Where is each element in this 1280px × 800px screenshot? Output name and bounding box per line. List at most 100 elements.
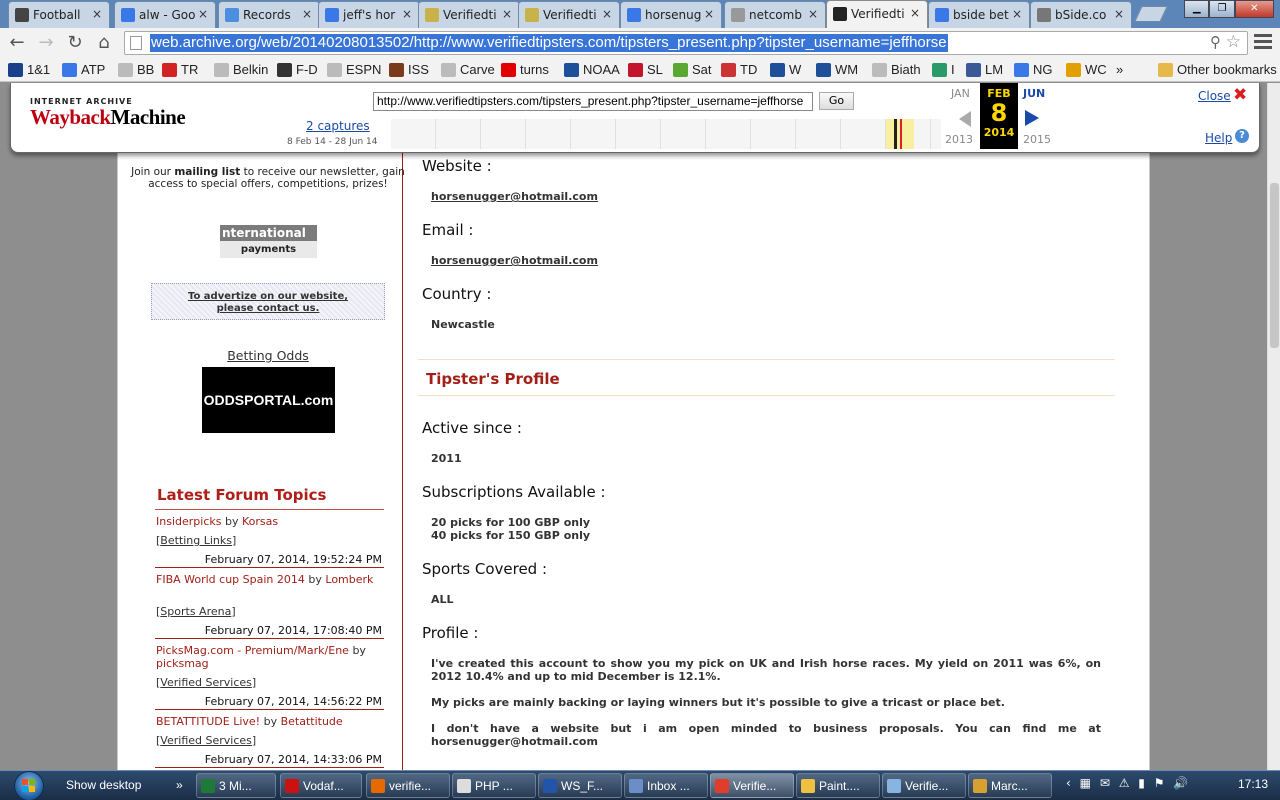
- bookmark-item[interactable]: TD: [721, 62, 757, 77]
- wayback-prev-arrow-icon[interactable]: [959, 111, 971, 127]
- taskbar-button[interactable]: PHP ...: [452, 773, 536, 798]
- clock[interactable]: 17:13: [1238, 777, 1268, 791]
- bookmark-item[interactable]: WM: [816, 62, 858, 77]
- tab-close-icon[interactable]: ×: [502, 7, 512, 21]
- forum-category-link[interactable]: Betting Links: [160, 534, 232, 547]
- advertise-link-line1[interactable]: To advertize on our website,: [188, 291, 348, 302]
- browser-tab[interactable]: bside bet ×: [928, 1, 1030, 28]
- forum-topic-link[interactable]: PicksMag.com - Premium/Mark/Ene: [156, 644, 349, 657]
- toolbar-chevron[interactable]: »: [172, 773, 188, 798]
- reload-icon[interactable]: ↻: [64, 32, 86, 54]
- help-icon[interactable]: ?: [1235, 129, 1249, 143]
- bookmark-item[interactable]: SL: [628, 62, 663, 77]
- tab-close-icon[interactable]: ×: [808, 7, 818, 21]
- minimize-button[interactable]: ▁: [1184, 0, 1210, 18]
- mailing-list-link[interactable]: mailing list: [174, 166, 240, 178]
- close-icon[interactable]: ✖: [1233, 85, 1247, 105]
- tray-alert-icon[interactable]: ⚠: [1119, 776, 1130, 790]
- forum-topic-link[interactable]: Insiderpicks: [156, 515, 221, 528]
- oddsportal-logo[interactable]: ODDSPORTAL.com: [202, 367, 335, 433]
- bookmark-item[interactable]: TR: [162, 62, 198, 77]
- forum-topic-link[interactable]: BETATTITUDE Live!: [156, 715, 260, 728]
- tab-close-icon[interactable]: ×: [1012, 7, 1022, 21]
- browser-tab[interactable]: netcomb ×: [724, 1, 826, 28]
- browser-tab[interactable]: Football ×: [8, 1, 110, 28]
- wayback-url-input[interactable]: http://www.verifiedtipsters.com/tipsters…: [373, 92, 813, 111]
- forward-arrow-icon[interactable]: →: [35, 32, 57, 54]
- tray-volume-icon[interactable]: 🔊: [1173, 776, 1188, 790]
- tray-flag-icon[interactable]: ⚑: [1154, 776, 1165, 790]
- forum-topic-user[interactable]: Lomberk: [325, 573, 373, 586]
- bookmark-item[interactable]: LM: [966, 62, 1003, 77]
- start-button[interactable]: [12, 771, 46, 800]
- forum-topic-user[interactable]: Korsas: [242, 515, 278, 528]
- show-desktop-button[interactable]: Show desktop: [62, 773, 170, 798]
- tab-close-icon[interactable]: ×: [198, 7, 208, 21]
- wayback-go-button[interactable]: Go: [819, 92, 854, 110]
- zoom-icon[interactable]: ⚲: [1210, 33, 1221, 51]
- wayback-logo[interactable]: INTERNET ARCHIVE WaybackMachine: [30, 97, 186, 137]
- taskbar-button[interactable]: Verifie...: [710, 773, 794, 798]
- tab-close-icon[interactable]: ×: [92, 7, 102, 21]
- vertical-scrollbar[interactable]: [1267, 83, 1280, 770]
- international-payments-banner[interactable]: nternational payments: [220, 225, 317, 258]
- wayback-captures-link[interactable]: 2 captures: [306, 119, 370, 133]
- forum-category-link[interactable]: Verified Services: [160, 676, 252, 689]
- forum-topic-link[interactable]: FIBA World cup Spain 2014: [156, 573, 305, 586]
- forum-category-link[interactable]: Verified Services: [160, 734, 252, 747]
- browser-tab[interactable]: Verifiedti ×: [418, 1, 520, 28]
- taskbar-button[interactable]: 3 Mi...: [196, 773, 276, 798]
- tray-wifi-icon[interactable]: ▮: [1138, 776, 1145, 790]
- tab-close-icon[interactable]: ×: [704, 7, 714, 21]
- taskbar-button[interactable]: Inbox ...: [624, 773, 708, 798]
- tab-close-icon[interactable]: ×: [602, 7, 612, 21]
- back-arrow-icon[interactable]: ←: [6, 32, 28, 54]
- taskbar-button[interactable]: Verifie...: [882, 773, 966, 798]
- advertise-box[interactable]: To advertize on our website, please cont…: [151, 283, 385, 320]
- bookmark-star-icon[interactable]: ☆: [1226, 32, 1241, 52]
- bookmark-item[interactable]: Belkin: [214, 62, 268, 77]
- bookmark-item[interactable]: NOAA: [564, 62, 620, 77]
- taskbar-button[interactable]: WS_F...: [538, 773, 622, 798]
- tab-close-icon[interactable]: ×: [1114, 7, 1124, 21]
- bookmark-item[interactable]: W: [770, 62, 801, 77]
- bookmark-item[interactable]: NG: [1014, 62, 1053, 77]
- bookmark-item[interactable]: Sat: [673, 62, 712, 77]
- tray-expand-icon[interactable]: ‹: [1066, 776, 1071, 790]
- wayback-close-link[interactable]: Close: [1198, 89, 1231, 103]
- forum-topic-user[interactable]: picksmag: [156, 657, 209, 670]
- browser-tab[interactable]: Verifiedti ×: [826, 0, 928, 28]
- browser-tab[interactable]: Verifiedti ×: [518, 1, 620, 28]
- taskbar-button[interactable]: Vodaf...: [280, 773, 362, 798]
- advertise-link-line2[interactable]: please contact us.: [217, 303, 320, 314]
- tab-close-icon[interactable]: ×: [402, 7, 412, 21]
- tab-close-icon[interactable]: ×: [302, 7, 312, 21]
- email-link[interactable]: horsenugger@hotmail.com: [431, 254, 598, 267]
- tray-network-icon[interactable]: ▦: [1080, 776, 1091, 790]
- bookmark-item[interactable]: Carve: [441, 62, 495, 77]
- wayback-help-link[interactable]: Help: [1205, 131, 1232, 145]
- maximize-button[interactable]: ❐: [1209, 0, 1235, 18]
- website-link[interactable]: horsenugger@hotmail.com: [431, 190, 598, 203]
- bookmark-item[interactable]: 1&1: [8, 62, 50, 77]
- other-bookmarks-folder[interactable]: Other bookmarks: [1158, 62, 1277, 77]
- bookmark-item[interactable]: ISS: [389, 62, 429, 77]
- chrome-menu-icon[interactable]: [1254, 34, 1272, 50]
- bookmark-item[interactable]: WC: [1066, 62, 1107, 77]
- browser-tab[interactable]: bSide.co ×: [1030, 1, 1132, 28]
- bookmark-item[interactable]: Biath: [872, 62, 921, 77]
- bookmark-item[interactable]: I: [932, 62, 955, 77]
- wayback-next-arrow-icon[interactable]: [1025, 110, 1039, 126]
- address-bar[interactable]: web.archive.org/web/20140208013502/http:…: [124, 31, 1248, 55]
- home-icon[interactable]: ⌂: [93, 32, 115, 54]
- forum-category-link[interactable]: Sports Arena: [160, 605, 231, 618]
- bookmark-item[interactable]: F-D: [277, 62, 318, 77]
- wayback-capture-sparkline[interactable]: [391, 119, 941, 149]
- wayback-next-month[interactable]: JUN: [1023, 87, 1045, 100]
- browser-tab[interactable]: horsenug ×: [620, 1, 722, 28]
- taskbar-button[interactable]: verifie...: [366, 773, 450, 798]
- close-window-button[interactable]: ✕: [1234, 0, 1274, 18]
- bookmark-item[interactable]: ESPN: [327, 62, 381, 77]
- tab-close-icon[interactable]: ×: [910, 6, 920, 20]
- browser-tab[interactable]: jeff's hor ×: [318, 1, 420, 28]
